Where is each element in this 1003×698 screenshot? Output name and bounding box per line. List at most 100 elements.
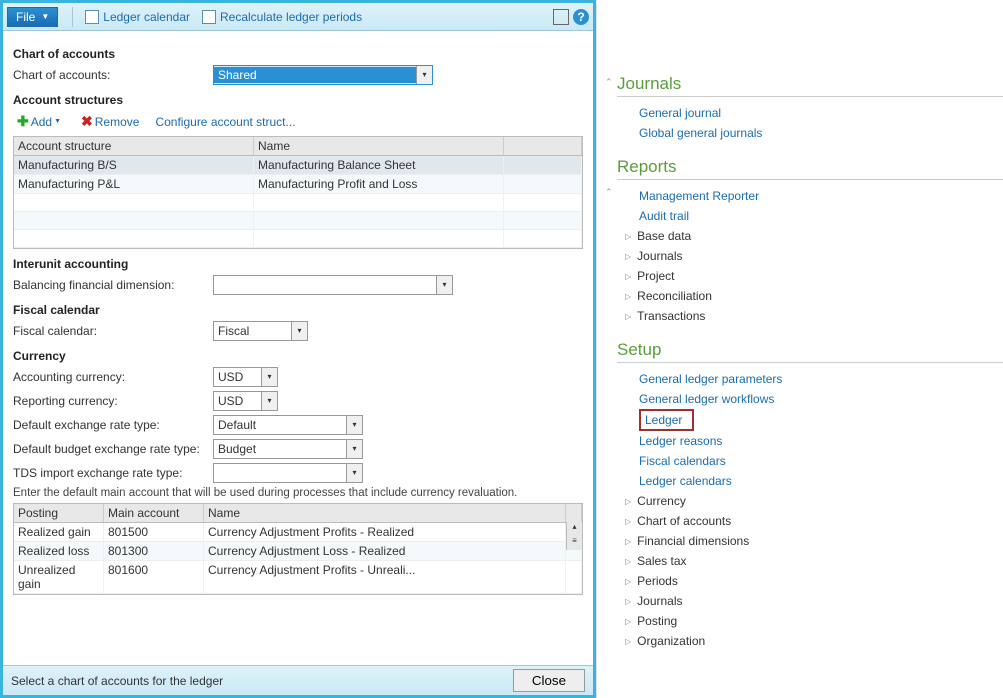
- chart-accounts-label: Chart of accounts:: [13, 68, 213, 82]
- x-icon: ✖: [81, 113, 93, 130]
- nav-financial-dimensions[interactable]: ▷Financial dimensions: [639, 531, 1003, 551]
- nav-gl-workflows[interactable]: General ledger workflows: [639, 389, 1003, 409]
- table-row[interactable]: Unrealized gain 801600 Currency Adjustme…: [14, 561, 582, 594]
- column-header: [504, 137, 582, 155]
- close-button[interactable]: Close: [513, 669, 585, 692]
- nav-global-general-journals[interactable]: Global general journals: [639, 123, 1003, 143]
- collapse-icon[interactable]: ⌃: [605, 77, 613, 88]
- toolbar: File▼ Ledger calendar Recalculate ledger…: [3, 3, 593, 31]
- arrow-right-icon: ▷: [625, 537, 631, 546]
- nav-ledger-reasons[interactable]: Ledger reasons: [639, 431, 1003, 451]
- arrow-right-icon: ▷: [625, 252, 631, 261]
- nav-general-journal[interactable]: General journal: [639, 103, 1003, 123]
- nav-ledger[interactable]: Ledger: [639, 409, 694, 431]
- nav-management-reporter[interactable]: Management Reporter: [639, 186, 1003, 206]
- nav-chart-accounts[interactable]: ▷Chart of accounts: [639, 511, 1003, 531]
- arrow-right-icon: ▷: [625, 497, 631, 506]
- fiscal-label: Fiscal calendar:: [13, 324, 213, 338]
- reporting-currency-label: Reporting currency:: [13, 394, 213, 408]
- nav-base-data[interactable]: ▷Base data: [639, 226, 1003, 246]
- status-bar: Select a chart of accounts for the ledge…: [3, 665, 593, 695]
- table-row[interactable]: Manufacturing P&L Manufacturing Profit a…: [14, 175, 582, 194]
- nav-project[interactable]: ▷Project: [639, 266, 1003, 286]
- arrow-right-icon: ▷: [625, 637, 631, 646]
- column-header[interactable]: Name: [204, 504, 566, 522]
- fiscal-title: Fiscal calendar: [13, 303, 583, 317]
- chevron-down-icon[interactable]: ▾: [416, 66, 432, 84]
- nav-posting[interactable]: ▷Posting: [639, 611, 1003, 631]
- collapse-icon[interactable]: ⌃: [605, 187, 613, 198]
- configure-link[interactable]: Configure account struct...: [155, 115, 295, 129]
- chart-accounts-select[interactable]: Shared ▾: [213, 65, 433, 85]
- tds-rate-select[interactable]: ▾: [213, 463, 363, 483]
- chevron-down-icon[interactable]: ▾: [346, 440, 362, 458]
- arrow-right-icon: ▷: [625, 312, 631, 321]
- chevron-down-icon[interactable]: ▾: [346, 416, 362, 434]
- currency-note: Enter the default main account that will…: [13, 487, 583, 499]
- nav-audit-trail[interactable]: Audit trail: [639, 206, 1003, 226]
- chevron-down-icon[interactable]: ▾: [261, 368, 277, 386]
- arrow-right-icon: ▷: [625, 292, 631, 301]
- balancing-label: Balancing financial dimension:: [13, 278, 213, 292]
- table-row[interactable]: Realized gain 801500 Currency Adjustment…: [14, 523, 582, 542]
- grid-icon: [202, 10, 216, 24]
- arrow-right-icon: ▷: [625, 577, 631, 586]
- nav-journals-setup[interactable]: ▷Journals: [639, 591, 1003, 611]
- account-structures-grid[interactable]: Account structure Name Manufacturing B/S…: [13, 136, 583, 249]
- arrow-right-icon: ▷: [625, 272, 631, 281]
- accounting-currency-label: Accounting currency:: [13, 370, 213, 384]
- column-header[interactable]: Posting: [14, 504, 104, 522]
- ledger-calendar-button[interactable]: Ledger calendar: [79, 7, 196, 27]
- help-icon[interactable]: ?: [573, 9, 589, 25]
- chevron-down-icon[interactable]: ▾: [346, 464, 362, 482]
- chevron-down-icon: ▼: [54, 118, 61, 125]
- nav-currency[interactable]: ▷Currency: [639, 491, 1003, 511]
- chevron-down-icon[interactable]: ▾: [291, 322, 307, 340]
- nav-ledger-calendars[interactable]: Ledger calendars: [639, 471, 1003, 491]
- fiscal-select[interactable]: Fiscal ▾: [213, 321, 308, 341]
- scroll-thumb[interactable]: ≡: [566, 536, 582, 550]
- table-row[interactable]: Realized loss 801300 Currency Adjustment…: [14, 542, 582, 561]
- arrow-right-icon: ▷: [625, 597, 631, 606]
- nav-journals-title[interactable]: Journals: [617, 74, 1003, 97]
- chart-accounts-title: Chart of accounts: [13, 47, 583, 61]
- table-row[interactable]: [14, 194, 582, 212]
- accounting-currency-select[interactable]: USD ▾: [213, 367, 278, 387]
- chevron-down-icon[interactable]: ▾: [436, 276, 452, 294]
- budget-rate-select[interactable]: Budget ▾: [213, 439, 363, 459]
- nav-fiscal-calendars[interactable]: Fiscal calendars: [639, 451, 1003, 471]
- table-row[interactable]: Manufacturing B/S Manufacturing Balance …: [14, 156, 582, 175]
- budget-rate-label: Default budget exchange rate type:: [13, 442, 213, 456]
- view-icon[interactable]: [553, 9, 569, 25]
- default-rate-select[interactable]: Default ▾: [213, 415, 363, 435]
- interunit-title: Interunit accounting: [13, 257, 583, 271]
- nav-transactions[interactable]: ▷Transactions: [639, 306, 1003, 326]
- nav-setup-title[interactable]: Setup: [617, 340, 1003, 363]
- chevron-down-icon[interactable]: ▾: [261, 392, 277, 410]
- nav-reports-title[interactable]: Reports: [617, 157, 1003, 180]
- column-header[interactable]: Account structure: [14, 137, 254, 155]
- column-header[interactable]: Name: [254, 137, 504, 155]
- nav-reconciliation[interactable]: ▷Reconciliation: [639, 286, 1003, 306]
- column-header[interactable]: Main account: [104, 504, 204, 522]
- nav-sales-tax[interactable]: ▷Sales tax: [639, 551, 1003, 571]
- reporting-currency-select[interactable]: USD ▾: [213, 391, 278, 411]
- scroll-up-icon[interactable]: ▴: [566, 522, 582, 536]
- arrow-right-icon: ▷: [625, 617, 631, 626]
- nav-journals-expand[interactable]: ▷Journals: [639, 246, 1003, 266]
- posting-grid[interactable]: Posting Main account Name ▴ ≡ Realized g…: [13, 503, 583, 595]
- default-rate-label: Default exchange rate type:: [13, 418, 213, 432]
- nav-gl-parameters[interactable]: General ledger parameters: [639, 369, 1003, 389]
- balancing-select[interactable]: ▾: [213, 275, 453, 295]
- add-button[interactable]: ✚Add▼: [13, 111, 65, 132]
- table-row[interactable]: [14, 230, 582, 248]
- nav-periods[interactable]: ▷Periods: [639, 571, 1003, 591]
- recalculate-button[interactable]: Recalculate ledger periods: [196, 7, 368, 27]
- nav-organization[interactable]: ▷Organization: [639, 631, 1003, 651]
- table-row[interactable]: [14, 212, 582, 230]
- remove-button[interactable]: ✖Remove: [77, 111, 143, 132]
- calendar-icon: [85, 10, 99, 24]
- file-menu-button[interactable]: File▼: [7, 7, 58, 27]
- navigation-pane: ⌃ Journals General journal Global genera…: [596, 0, 1003, 698]
- tds-rate-label: TDS import exchange rate type:: [13, 466, 213, 480]
